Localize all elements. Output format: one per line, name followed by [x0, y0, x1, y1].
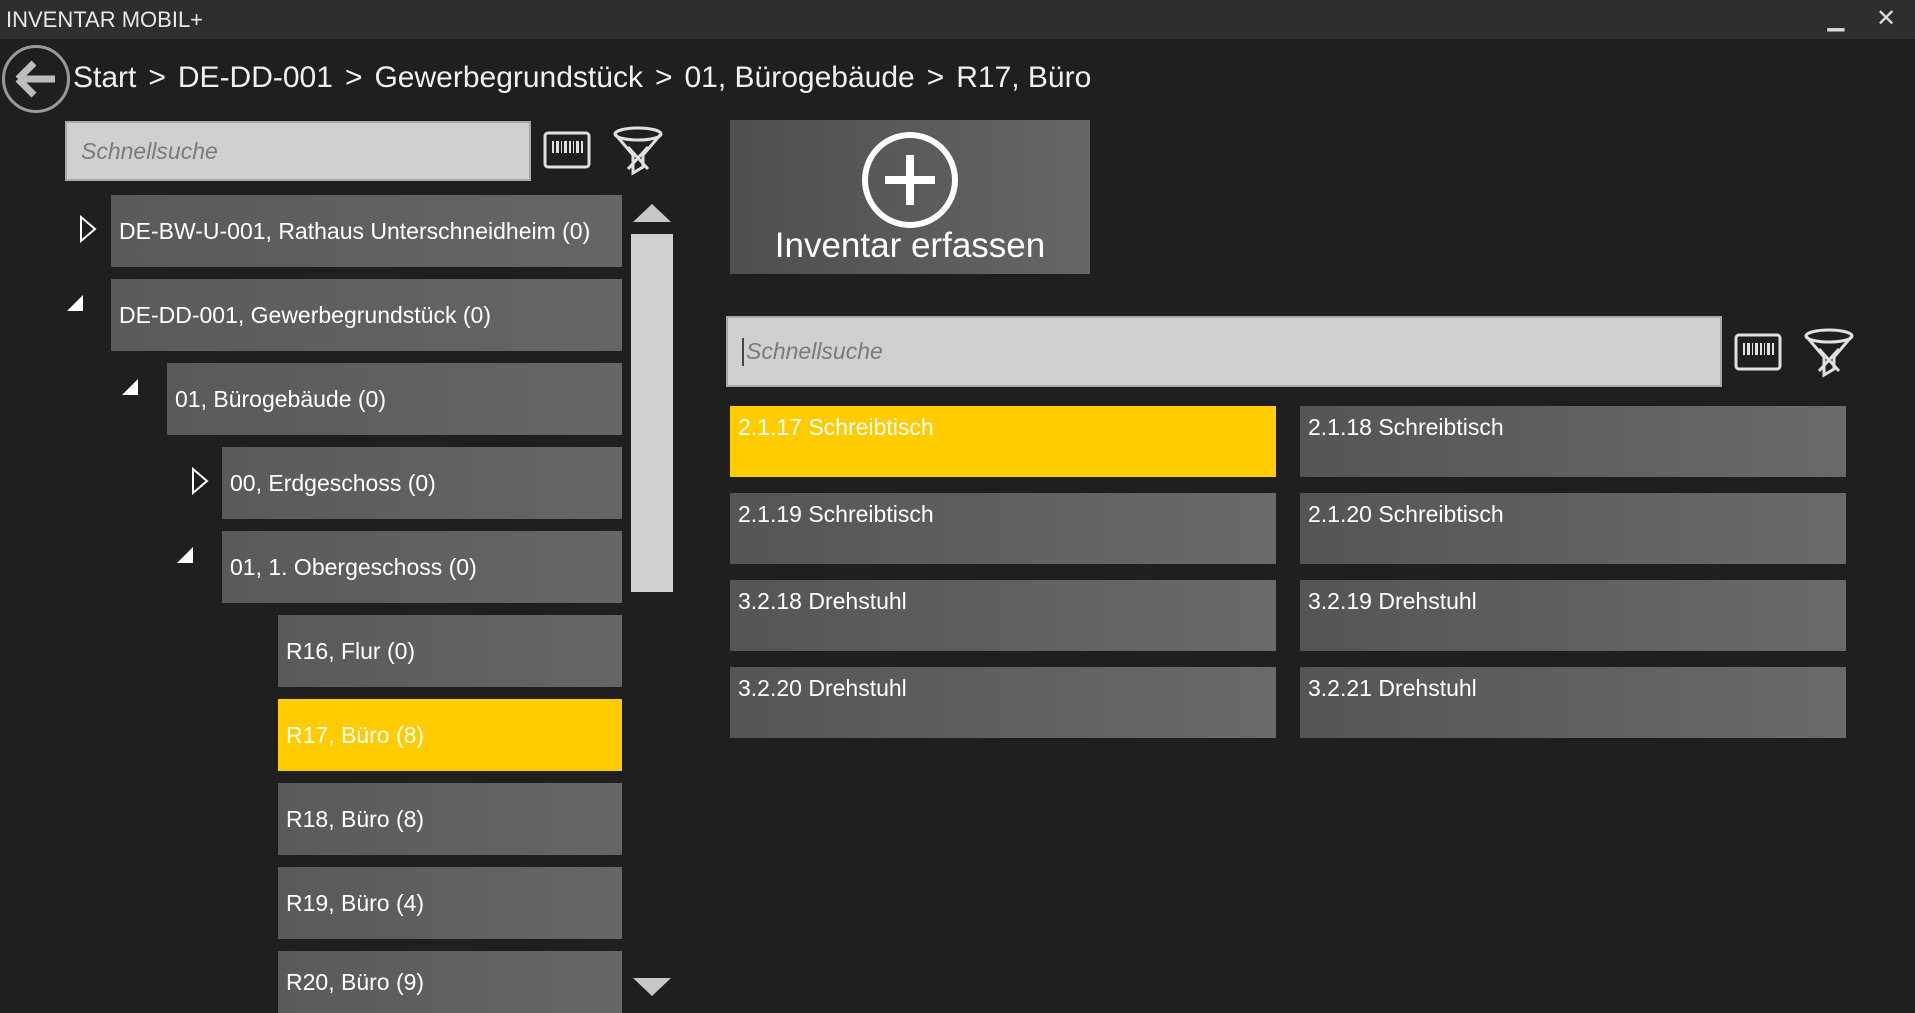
inventory-tile-selected[interactable]: 2.1.17 Schreibtisch: [730, 406, 1276, 477]
search-placeholder: Schnellsuche: [81, 137, 218, 164]
inventory-tile-label: 2.1.20 Schreibtisch: [1308, 501, 1504, 527]
tree-item[interactable]: R19, Büro (4): [278, 867, 622, 939]
tree-item[interactable]: R16, Flur (0): [278, 615, 622, 687]
inventory-tile[interactable]: 2.1.20 Schreibtisch: [1300, 493, 1846, 564]
filter-clear-icon: [1804, 328, 1854, 378]
expand-expanded-icon[interactable]: [175, 545, 195, 565]
inventory-tile-label: 2.1.17 Schreibtisch: [738, 414, 934, 440]
inventory-tile-label: 3.2.20 Drehstuhl: [738, 675, 907, 701]
tree-item-label: 01, Bürogebäude (0): [175, 385, 386, 412]
tree-item-label: R20, Büro (9): [286, 968, 425, 995]
tree-item-selected[interactable]: R17, Büro (8): [278, 699, 622, 771]
add-inventory-label: Inventar erfassen: [774, 226, 1046, 265]
tree-item-label: R19, Büro (4): [286, 889, 425, 916]
tree-item-label: R18, Büro (8): [286, 805, 425, 832]
tree-item[interactable]: DE-DD-001, Gewerbegrundstück (0): [111, 279, 622, 351]
scroll-down-button[interactable]: [631, 976, 673, 1000]
breadcrumb-separator: >: [654, 61, 673, 94]
inventory-tile-label: 2.1.19 Schreibtisch: [738, 501, 934, 527]
clear-filter-button[interactable]: [1803, 327, 1855, 379]
close-button[interactable]: ✕: [1871, 4, 1901, 34]
search-placeholder: Schnellsuche: [746, 338, 883, 364]
expand-expanded-icon[interactable]: [65, 293, 85, 313]
inventory-tile[interactable]: 2.1.18 Schreibtisch: [1300, 406, 1846, 477]
inventory-tile[interactable]: 3.2.20 Drehstuhl: [730, 667, 1276, 738]
expand-collapsed-icon[interactable]: [78, 214, 98, 244]
tree-item-label: 01, 1. Obergeschoss (0): [230, 553, 477, 580]
breadcrumb-item-site[interactable]: DE-DD-001: [178, 61, 333, 94]
breadcrumb: Start > DE-DD-001 > Gewerbegrundstück >01, Bü…: [73, 61, 1091, 95]
filter-clear-icon: [613, 126, 663, 176]
triangle-up-icon: [633, 204, 671, 222]
scroll-up-button[interactable]: [631, 200, 673, 224]
inventory-tile-label: 2.1.18 Schreibtisch: [1308, 414, 1504, 440]
plus-circle-icon: [862, 132, 958, 228]
tree-item[interactable]: DE-BW-U-001, Rathaus Unterschneidheim (0…: [111, 195, 622, 267]
location-search-input[interactable]: Schnellsuche: [65, 121, 531, 181]
breadcrumb-separator: >: [148, 61, 166, 94]
inventory-search-input[interactable]: Schnellsuche: [726, 316, 1722, 387]
triangle-down-icon: [633, 978, 671, 996]
breadcrumb-item-room[interactable]: R17, Büro: [956, 61, 1091, 94]
tree-item[interactable]: R20, Büro (9): [278, 951, 622, 1013]
tree-item[interactable]: 00, Erdgeschoss (0): [222, 447, 622, 519]
tree-item-label: DE-BW-U-001, Rathaus Unterschneidheim (0…: [119, 217, 591, 244]
arrow-left-circle-icon: [15, 60, 55, 98]
tree-item[interactable]: 01, Bürogebäude (0): [167, 363, 622, 435]
minimize-button[interactable]: ▁: [1821, 4, 1851, 34]
expand-expanded-icon[interactable]: [120, 377, 140, 397]
expand-collapsed-icon[interactable]: [190, 466, 210, 496]
tree-item-label: DE-DD-001, Gewerbegrundstück (0): [119, 301, 491, 328]
tree-item-label: R16, Flur (0): [286, 637, 416, 664]
barcode-icon: [543, 131, 591, 169]
breadcrumb-item-property[interactable]: Gewerbegrundstück: [374, 61, 642, 94]
add-inventory-button[interactable]: Inventar erfassen: [730, 120, 1090, 274]
tree-item-label: 00, Erdgeschoss (0): [230, 469, 436, 496]
breadcrumb-separator: >: [344, 61, 363, 94]
inventory-tile[interactable]: 2.1.19 Schreibtisch: [730, 493, 1276, 564]
breadcrumb-separator: >: [926, 61, 945, 94]
text-cursor: [742, 337, 744, 366]
breadcrumb-item-building[interactable]: 01, Bürogebäude: [684, 61, 914, 94]
inventory-tile[interactable]: 3.2.19 Drehstuhl: [1300, 580, 1846, 651]
barcode-icon: [1734, 333, 1782, 371]
barcode-scan-button[interactable]: [543, 131, 591, 169]
app-title: INVENTAR MOBIL+: [6, 7, 204, 32]
inventory-tile[interactable]: 3.2.18 Drehstuhl: [730, 580, 1276, 651]
inventory-tile[interactable]: 3.2.21 Drehstuhl: [1300, 667, 1846, 738]
breadcrumb-item-start[interactable]: Start: [73, 61, 136, 94]
tree-item[interactable]: R18, Büro (8): [278, 783, 622, 855]
scrollbar-thumb[interactable]: [631, 234, 673, 592]
inventory-tile-label: 3.2.21 Drehstuhl: [1308, 675, 1477, 701]
barcode-scan-button[interactable]: [1734, 333, 1782, 371]
clear-filter-button[interactable]: [612, 125, 664, 177]
back-button[interactable]: [2, 45, 70, 113]
inventory-tile-label: 3.2.19 Drehstuhl: [1308, 588, 1477, 614]
tree-item[interactable]: 01, 1. Obergeschoss (0): [222, 531, 622, 603]
tree-item-label: R17, Büro (8): [286, 721, 425, 748]
inventory-tile-label: 3.2.18 Drehstuhl: [738, 588, 907, 614]
title-bar: INVENTAR MOBIL+ ▁ ✕: [0, 0, 1915, 39]
